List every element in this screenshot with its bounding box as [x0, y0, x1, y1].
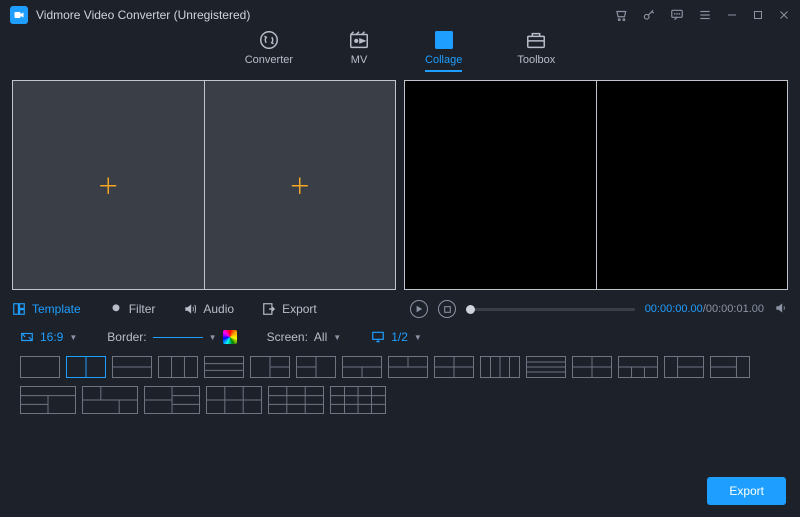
template-item[interactable]: [618, 356, 658, 378]
border-style-selector[interactable]: [153, 337, 203, 338]
tab-label: Collage: [425, 54, 462, 66]
border-color-picker[interactable]: [223, 330, 237, 344]
preview-pane: [404, 80, 788, 290]
export-button[interactable]: Export: [707, 477, 786, 505]
playback-slider[interactable]: [466, 308, 635, 311]
toolbox-icon: [525, 30, 547, 50]
option-label: Audio: [203, 302, 234, 316]
tab-toolbox[interactable]: Toolbox: [517, 30, 555, 70]
template-item[interactable]: [20, 386, 76, 414]
template-item[interactable]: [112, 356, 152, 378]
template-item[interactable]: [204, 356, 244, 378]
window-title: Vidmore Video Converter (Unregistered): [36, 8, 614, 22]
template-item[interactable]: [526, 356, 566, 378]
template-item[interactable]: [66, 356, 106, 378]
option-label: Filter: [129, 302, 156, 316]
collage-icon: [433, 30, 455, 50]
template-item[interactable]: [710, 356, 750, 378]
template-item[interactable]: [480, 356, 520, 378]
fit-value: 1/2: [391, 330, 408, 344]
feedback-icon[interactable]: [670, 8, 684, 22]
maximize-icon[interactable]: [752, 9, 764, 21]
option-filter[interactable]: Filter: [109, 302, 156, 316]
tab-label: Toolbox: [517, 54, 555, 66]
tab-label: Converter: [245, 54, 293, 66]
chevron-down-icon: ▼: [333, 333, 341, 342]
template-item[interactable]: [158, 356, 198, 378]
option-template[interactable]: Template: [12, 302, 81, 316]
template-item[interactable]: [20, 356, 60, 378]
option-label: Export: [282, 302, 317, 316]
template-item[interactable]: [388, 356, 428, 378]
template-item[interactable]: [572, 356, 612, 378]
template-item[interactable]: [268, 386, 324, 414]
template-item[interactable]: [144, 386, 200, 414]
tab-label: MV: [351, 54, 368, 66]
timecode: 00:00:00.00/00:00:01.00: [645, 303, 764, 315]
collage-slot-2[interactable]: ＋: [205, 81, 396, 289]
ratio-icon: [20, 330, 34, 344]
border-label: Border:: [107, 330, 146, 344]
template-item[interactable]: [250, 356, 290, 378]
template-grid-2: [0, 382, 800, 418]
minimize-icon[interactable]: [726, 9, 738, 21]
stop-button[interactable]: [438, 300, 456, 318]
preview-slot-2: [597, 81, 788, 289]
key-icon[interactable]: [642, 8, 656, 22]
add-icon: ＋: [97, 169, 119, 201]
menu-icon[interactable]: [698, 8, 712, 22]
monitor-icon: [371, 330, 385, 344]
screen-label: Screen:: [267, 330, 308, 344]
chevron-down-icon: ▼: [209, 333, 217, 342]
close-icon[interactable]: [778, 9, 790, 21]
template-item[interactable]: [82, 386, 138, 414]
mv-icon: [348, 30, 370, 50]
template-item[interactable]: [342, 356, 382, 378]
tab-collage[interactable]: Collage: [425, 30, 462, 72]
template-item[interactable]: [434, 356, 474, 378]
chevron-down-icon: ▼: [69, 333, 77, 342]
volume-icon[interactable]: [774, 301, 788, 318]
collage-slot-1[interactable]: ＋: [13, 81, 205, 289]
chevron-down-icon: ▼: [414, 333, 422, 342]
template-item[interactable]: [296, 356, 336, 378]
converter-icon: [258, 30, 280, 50]
screen-selector[interactable]: All▼: [314, 330, 341, 344]
cart-icon[interactable]: [614, 8, 628, 22]
template-item[interactable]: [664, 356, 704, 378]
option-audio[interactable]: Audio: [183, 302, 234, 316]
template-item[interactable]: [206, 386, 262, 414]
aspect-ratio-selector[interactable]: 16:9 ▼: [20, 330, 77, 344]
tab-mv[interactable]: MV: [348, 30, 370, 70]
play-button[interactable]: [410, 300, 428, 318]
collage-editor: ＋ ＋: [12, 80, 396, 290]
tab-converter[interactable]: Converter: [245, 30, 293, 70]
app-logo: [10, 6, 28, 24]
add-icon: ＋: [289, 169, 311, 201]
template-item[interactable]: [330, 386, 386, 414]
option-export[interactable]: Export: [262, 302, 317, 316]
option-label: Template: [32, 302, 81, 316]
ratio-value: 16:9: [40, 330, 63, 344]
preview-slot-1: [405, 81, 597, 289]
template-grid: [0, 352, 800, 382]
fit-selector[interactable]: 1/2 ▼: [371, 330, 422, 344]
